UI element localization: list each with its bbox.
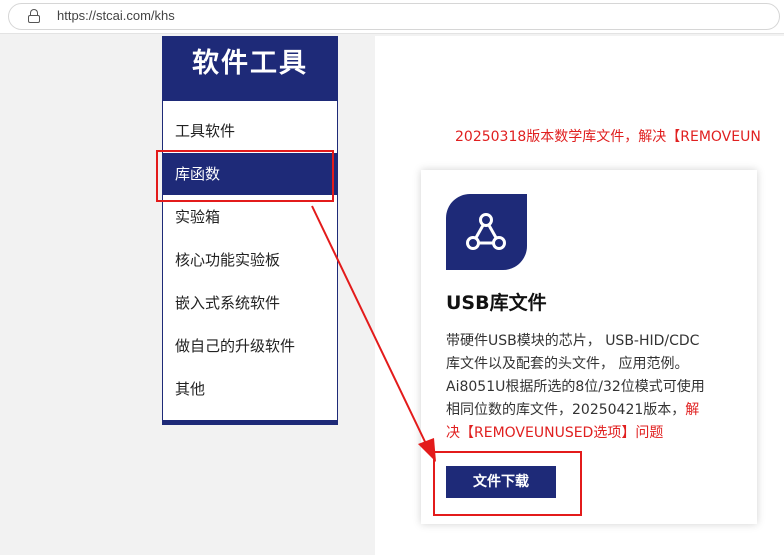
sidebar-item-tools[interactable]: 工具软件 xyxy=(163,110,337,152)
desc-line-4-red: 解 xyxy=(685,402,700,418)
desc-line-2: 库文件以及配套的头文件， 应用范例。 xyxy=(446,356,689,372)
sidebar-item-other[interactable]: 其他 xyxy=(163,368,337,410)
desc-line-4: 相同位数的库文件，20250421版本，解 xyxy=(446,399,741,422)
sidebar-footer-bar xyxy=(163,420,337,424)
update-notice[interactable]: 20250318版本数学库文件，解决【REMOVEUN xyxy=(455,126,761,146)
sidebar-item-embedded-software[interactable]: 嵌入式系统软件 xyxy=(163,282,337,324)
sidebar-title: 软件工具 xyxy=(163,37,337,101)
card-icon-badge xyxy=(446,194,527,270)
annotation-box-sidebar xyxy=(156,150,334,202)
browser-address-bar: https://stcai.com/khs xyxy=(0,0,784,34)
card-description: 带硬件USB模块的芯片， USB-HID/CDC 库文件以及配套的头文件， 应用… xyxy=(446,330,741,445)
sidebar-item-upgrade-software[interactable]: 做自己的升级软件 xyxy=(163,325,337,367)
sidebar-item-lab-box[interactable]: 实验箱 xyxy=(163,196,337,238)
annotation-box-download xyxy=(433,451,582,516)
url-text[interactable]: https://stcai.com/khs xyxy=(57,8,175,23)
desc-line-1: 带硬件USB模块的芯片， USB-HID/CDC xyxy=(446,333,700,349)
desc-line-4-text: 相同位数的库文件，20250421版本， xyxy=(446,402,686,418)
share-nodes-icon xyxy=(466,213,506,250)
card-title: USB库文件 xyxy=(446,292,547,314)
sidebar-item-core-board[interactable]: 核心功能实验板 xyxy=(163,239,337,281)
desc-line-3: Ai8051U根据所选的8位/32位模式可使用 xyxy=(446,379,705,395)
lock-icon[interactable] xyxy=(28,9,40,23)
sidebar: 软件工具 工具软件 库函数 实验箱 核心功能实验板 嵌入式系统软件 做自己的升级… xyxy=(162,36,338,425)
desc-line-5: 决【REMOVEUNUSED选项】问题 xyxy=(446,425,664,441)
